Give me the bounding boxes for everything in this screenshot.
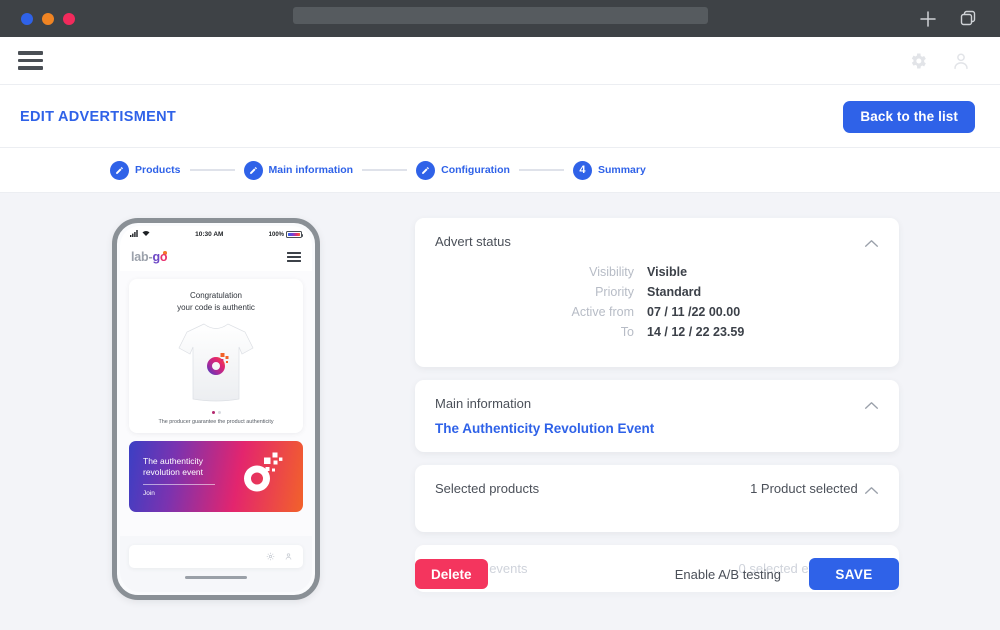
banner-cta[interactable]: Join [143, 490, 215, 497]
phone-home-indicator [185, 576, 247, 579]
stepper-item-main-information[interactable]: Main information [243, 160, 354, 180]
labgo-mark-icon [243, 451, 287, 502]
page-title-bar: EDIT ADVERTISMENT Back to the list [0, 86, 1000, 148]
enable-ab-testing-link[interactable]: Enable A/B testing [675, 567, 781, 582]
pencil-icon [110, 160, 129, 180]
page-title: EDIT ADVERTISMENT [20, 108, 177, 125]
field-value: Visible [647, 265, 688, 279]
card-title: Main information [435, 396, 532, 411]
field-value: 07 / 11 /22 00.00 [647, 305, 741, 319]
card-title: Advert status [435, 234, 511, 249]
congrats-line-1: Congratulation [189, 291, 243, 300]
plus-icon[interactable] [919, 10, 937, 28]
wifi-icon [142, 230, 150, 239]
step-number: 4 [572, 160, 592, 180]
carousel-dots[interactable] [137, 411, 295, 415]
status-field-row: Priority Standard [435, 285, 879, 299]
tshirt-image [137, 315, 295, 407]
delete-button[interactable]: Delete [415, 559, 488, 589]
summary-panel: Advert status Visibility Visible Priority St… [415, 218, 899, 605]
card-selected-products[interactable]: Selected products 1 Product selected [415, 465, 899, 532]
stepper-label: Main information [268, 164, 354, 176]
field-label: To [620, 325, 634, 339]
step-connector [189, 169, 235, 171]
wizard-stepper: Products Main information Configuration 4 Su… [0, 148, 1000, 193]
battery-percent: 100% [268, 231, 284, 238]
chevron-up-icon[interactable] [864, 482, 879, 500]
battery-icon [286, 231, 304, 238]
phone-hamburger-menu-icon[interactable] [287, 252, 301, 262]
product-footer-text: The producer guarantee the product authe… [158, 419, 274, 426]
status-field-row: Visibility Visible [435, 265, 879, 279]
window-traffic-lights [21, 12, 75, 25]
app-header [0, 37, 1000, 85]
phone-product-card: Congratulation your code is authentic Th… [129, 279, 303, 434]
pencil-icon [243, 160, 263, 180]
phone-navbar: lab-g o [120, 243, 312, 271]
gear-icon[interactable] [266, 548, 275, 566]
copy-tabs-icon[interactable] [959, 9, 978, 28]
advert-name-link[interactable]: The Authenticity Revolution Event [435, 421, 879, 436]
card-advert-status[interactable]: Advert status Visibility Visible Priority St… [415, 218, 899, 367]
gear-icon[interactable] [908, 51, 928, 71]
stepper-label: Products [135, 164, 181, 176]
main-content: 10:30 AM 100% lab-g o Congratulation your… [0, 193, 1000, 630]
field-label: Visibility [589, 265, 634, 279]
window-maximize-button[interactable] [63, 12, 75, 25]
card-value: 1 Product selected [750, 481, 858, 496]
hamburger-menu-icon[interactable] [18, 51, 43, 70]
pencil-icon [416, 160, 436, 180]
signal-bars-icon [130, 230, 139, 239]
field-value: Standard [647, 285, 702, 299]
phone-ad-banner[interactable]: The authenticity revolution event Join [129, 441, 303, 513]
status-field-row: To 14 / 12 / 22 23.59 [435, 325, 879, 339]
phone-preview: 10:30 AM 100% lab-g o Congratulation your… [112, 218, 320, 600]
card-main-information[interactable]: Main information The Authenticity Revolut… [415, 380, 899, 452]
action-bar: Delete Enable A/B testing SAVE [415, 557, 899, 591]
labgo-logo: lab-g o [131, 250, 168, 264]
card-title: Selected products [435, 481, 540, 496]
stepper-item-summary[interactable]: 4 Summary [572, 160, 646, 180]
banner-divider [143, 484, 215, 486]
window-minimize-button[interactable] [42, 12, 54, 25]
save-button[interactable]: SAVE [809, 558, 899, 590]
back-to-list-button[interactable]: Back to the list [843, 100, 975, 133]
browser-chrome [0, 0, 1000, 37]
url-bar[interactable] [293, 7, 708, 24]
step-connector [518, 169, 564, 171]
chevron-up-icon[interactable] [864, 397, 879, 415]
field-value: 14 / 12 / 22 23.59 [647, 325, 745, 339]
phone-search-bar[interactable] [129, 545, 303, 568]
chevron-up-icon[interactable] [864, 235, 879, 253]
user-icon[interactable] [284, 548, 293, 566]
window-close-button[interactable] [21, 12, 33, 25]
stepper-item-configuration[interactable]: Configuration [416, 160, 510, 180]
phone-bottom-bar [120, 536, 312, 592]
phone-clock: 10:30 AM [195, 231, 224, 238]
banner-line-1: The authenticity [143, 456, 204, 467]
field-label: Active from [571, 305, 634, 319]
banner-line-2: revolution event [143, 467, 204, 478]
phone-status-bar: 10:30 AM 100% [120, 226, 312, 243]
congrats-line-2: your code is authentic [177, 302, 255, 312]
field-label: Priority [595, 285, 634, 299]
status-field-row: Active from 07 / 11 /22 00.00 [435, 305, 879, 319]
user-icon[interactable] [950, 50, 972, 72]
stepper-label: Summary [597, 164, 646, 176]
stepper-item-products[interactable]: Products [110, 160, 181, 180]
status-fields: Visibility Visible Priority Standard Active … [435, 265, 879, 339]
step-connector [362, 169, 408, 171]
stepper-label: Configuration [441, 164, 510, 176]
